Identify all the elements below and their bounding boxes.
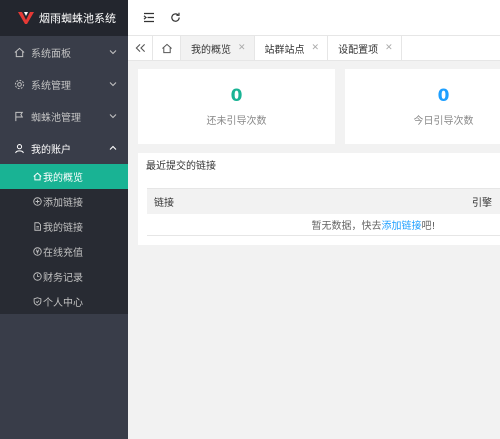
gear-icon — [12, 79, 26, 90]
tab-site-group[interactable]: 站群站点 ✕ — [255, 36, 329, 60]
document-icon — [32, 222, 42, 231]
stat-card-today: 0 今日引导次数 — [345, 69, 500, 144]
home-icon — [161, 43, 172, 53]
page-tabs: 我的概览 ✕ 站群站点 ✕ 设配置项 ✕ — [128, 36, 500, 61]
tab-label: 站群站点 — [264, 44, 305, 56]
submenu-item-my-links[interactable]: 我的链接 — [0, 214, 128, 239]
stat-value: 0 — [437, 86, 450, 106]
empty-text-suffix: 吧! — [421, 221, 436, 232]
submenu-item-profile[interactable]: 个人中心 — [0, 289, 128, 314]
close-icon[interactable]: ✕ — [312, 43, 320, 53]
submenu-item-label: 个人中心 — [43, 298, 83, 309]
submenu-item-add-link[interactable]: 添加链接 — [0, 189, 128, 214]
tab-label: 我的概览 — [191, 44, 231, 56]
menu-toggle-button[interactable] — [136, 7, 162, 29]
logo-icon — [18, 12, 34, 24]
submenu-item-overview[interactable]: 我的概览 — [0, 164, 128, 189]
sidebar-item-label: 蜘蛛池管理 — [31, 112, 81, 124]
main-content: 0 还未引导次数 0 今日引导次数 最近提交的链接 链接 引擎 暂无数据，快去添… — [128, 62, 500, 439]
stat-label: 还未引导次数 — [206, 116, 267, 127]
home-icon — [32, 172, 42, 181]
column-header-engine: 引擎 — [472, 198, 492, 209]
stats-row: 0 还未引导次数 0 今日引导次数 — [138, 69, 500, 144]
chevron-down-icon — [109, 50, 117, 55]
stat-value: 0 — [230, 86, 243, 106]
sidebar-item-my-account[interactable]: 我的账户 — [0, 132, 128, 164]
submenu-item-finance[interactable]: 财务记录 — [0, 264, 128, 289]
double-chevron-left-icon — [135, 43, 145, 53]
sidebar-item-label: 系统面板 — [31, 48, 71, 60]
flag-icon — [12, 111, 26, 122]
home-icon — [12, 47, 26, 58]
submenu-item-label: 我的链接 — [43, 223, 83, 234]
sidebar-item-spider-pool[interactable]: 蜘蛛池管理 — [0, 100, 128, 132]
add-link-link[interactable]: 添加链接 — [381, 217, 421, 232]
add-circle-icon — [32, 197, 42, 206]
sidebar-item-label: 我的账户 — [31, 144, 71, 156]
tab-home[interactable] — [153, 36, 181, 60]
submenu-item-label: 财务记录 — [43, 273, 83, 284]
sidebar-item-system-panel[interactable]: 系统面板 — [0, 36, 128, 68]
tab-label: 设配置项 — [338, 44, 379, 56]
column-header-link: 链接 — [154, 198, 174, 209]
close-icon[interactable]: ✕ — [238, 43, 246, 53]
sidebar-item-label: 系统管理 — [31, 80, 71, 92]
recent-links-table: 链接 引擎 暂无数据，快去 添加链接 吧! — [147, 188, 500, 236]
user-icon — [12, 143, 26, 154]
top-header — [128, 0, 500, 36]
tab-config[interactable]: 设配置项 ✕ — [328, 36, 402, 60]
sidebar: 烟雨蜘蛛池系统 系统面板 系统管理 蜘蛛池管理 我的账户 我的概览 添加链接 我… — [0, 0, 128, 439]
table-empty-row: 暂无数据，快去 添加链接 吧! — [147, 214, 500, 236]
stat-label: 今日引导次数 — [413, 116, 474, 127]
yen-icon — [32, 247, 42, 256]
submenu-item-label: 在线充值 — [43, 248, 83, 259]
chevron-up-icon — [109, 145, 117, 150]
sidebar-item-system-manage[interactable]: 系统管理 — [0, 68, 128, 100]
tab-overview[interactable]: 我的概览 ✕ — [181, 36, 255, 60]
submenu-item-label: 我的概览 — [43, 173, 83, 184]
refresh-button[interactable] — [162, 7, 188, 29]
chevron-down-icon — [109, 114, 117, 119]
stat-card-pending: 0 还未引导次数 — [138, 69, 335, 144]
app-title: 烟雨蜘蛛池系统 — [39, 12, 116, 25]
close-icon[interactable]: ✕ — [385, 43, 393, 53]
chevron-down-icon — [109, 82, 117, 87]
tabs-scroll-left-button[interactable] — [128, 36, 153, 60]
submenu-item-recharge[interactable]: 在线充值 — [0, 239, 128, 264]
collapse-menu-icon — [143, 12, 154, 23]
table-header: 链接 引擎 — [147, 189, 500, 214]
empty-text-prefix: 暂无数据，快去 — [311, 221, 382, 232]
clock-icon — [32, 272, 42, 281]
account-submenu: 我的概览 添加链接 我的链接 在线充值 财务记录 个人中心 — [0, 164, 128, 314]
panel-title: 最近提交的链接 — [146, 161, 216, 172]
app-logo-bar[interactable]: 烟雨蜘蛛池系统 — [0, 0, 128, 36]
recent-links-panel: 最近提交的链接 链接 引擎 暂无数据，快去 添加链接 吧! — [138, 153, 500, 245]
submenu-item-label: 添加链接 — [43, 198, 83, 209]
shield-icon — [32, 297, 42, 306]
refresh-icon — [170, 12, 180, 22]
